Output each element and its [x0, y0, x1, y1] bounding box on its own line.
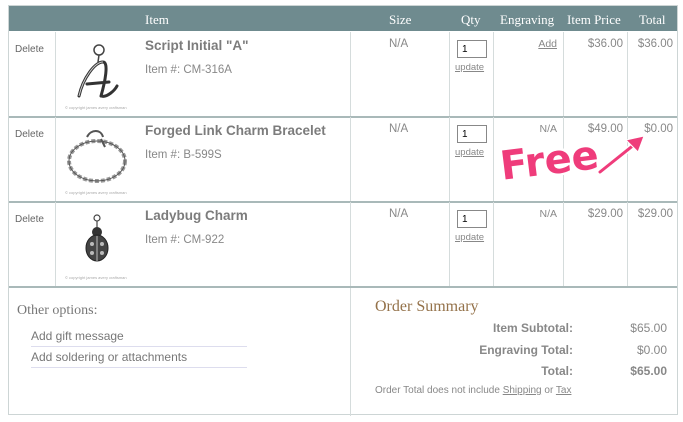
add-gift-message-link[interactable]: Add gift message: [31, 329, 247, 347]
item-number: Item #: CM-922: [145, 234, 225, 246]
shopping-cart: Item Size Qty Engraving Item Price Total…: [8, 5, 678, 416]
item-subtotal-value: $65.00: [630, 321, 667, 335]
other-options-title: Other options:: [17, 303, 98, 318]
product-name: Script Initial "A": [145, 38, 249, 53]
shipping-link[interactable]: Shipping: [503, 385, 542, 396]
size-value: N/A: [389, 38, 409, 50]
update-link[interactable]: update: [455, 232, 484, 243]
ladybug-charm-icon: © copyright james avery craftsman: [61, 208, 133, 280]
header-engraving: Engraving: [500, 12, 555, 27]
annotation-arrow-icon: [597, 135, 645, 175]
header-size: Size: [389, 12, 412, 27]
tax-link[interactable]: Tax: [556, 385, 572, 396]
line-total: $36.00: [637, 38, 673, 50]
order-summary-title: Order Summary: [375, 298, 479, 315]
script-a-charm-icon: © copyright james avery craftsman: [61, 38, 133, 110]
size-value: N/A: [389, 123, 409, 135]
engraving-value: N/A: [539, 208, 557, 220]
item-subtotal-label: Item Subtotal:: [493, 321, 573, 335]
quantity-input[interactable]: [457, 125, 487, 143]
product-name: Ladybug Charm: [145, 208, 248, 223]
quantity-input[interactable]: [457, 40, 487, 58]
header-item: Item: [145, 12, 169, 27]
cart-header: Item Size Qty Engraving Item Price Total: [9, 6, 677, 31]
engraving-value: N/A: [539, 123, 557, 135]
order-total-value: $65.00: [630, 364, 667, 378]
header-qty: Qty: [461, 12, 481, 27]
item-number: Item #: CM-316A: [145, 64, 232, 76]
delete-link[interactable]: Delete: [15, 129, 44, 140]
cart-row: Delete © copyright james avery craftsman…: [9, 32, 677, 118]
charm-bracelet-icon: © copyright james avery craftsman: [61, 123, 133, 195]
order-total-note: Order Total does not include Shipping or…: [375, 385, 572, 396]
quantity-input[interactable]: [457, 210, 487, 228]
product-name: Forged Link Charm Bracelet: [145, 123, 326, 138]
engraving-total-value: $0.00: [636, 343, 667, 357]
update-link[interactable]: update: [455, 147, 484, 158]
add-engraving-link[interactable]: Add: [538, 38, 557, 50]
header-item-price: Item Price: [567, 12, 621, 27]
cart-row: Delete © copyright james avery craftsman…: [9, 202, 677, 288]
size-value: N/A: [389, 208, 409, 220]
header-total: Total: [639, 12, 666, 27]
line-total: $29.00: [637, 208, 673, 220]
update-link[interactable]: update: [455, 62, 484, 73]
item-price: $29.00: [587, 208, 623, 220]
delete-link[interactable]: Delete: [15, 214, 44, 225]
item-number: Item #: B-599S: [145, 149, 222, 161]
add-soldering-link[interactable]: Add soldering or attachments: [31, 350, 247, 368]
delete-link[interactable]: Delete: [15, 44, 44, 55]
order-total-label: Total:: [541, 364, 573, 378]
cart-footer: Other options: Add gift message Add sold…: [9, 288, 677, 416]
item-price: $36.00: [587, 38, 623, 50]
engraving-total-label: Engraving Total:: [479, 343, 573, 357]
